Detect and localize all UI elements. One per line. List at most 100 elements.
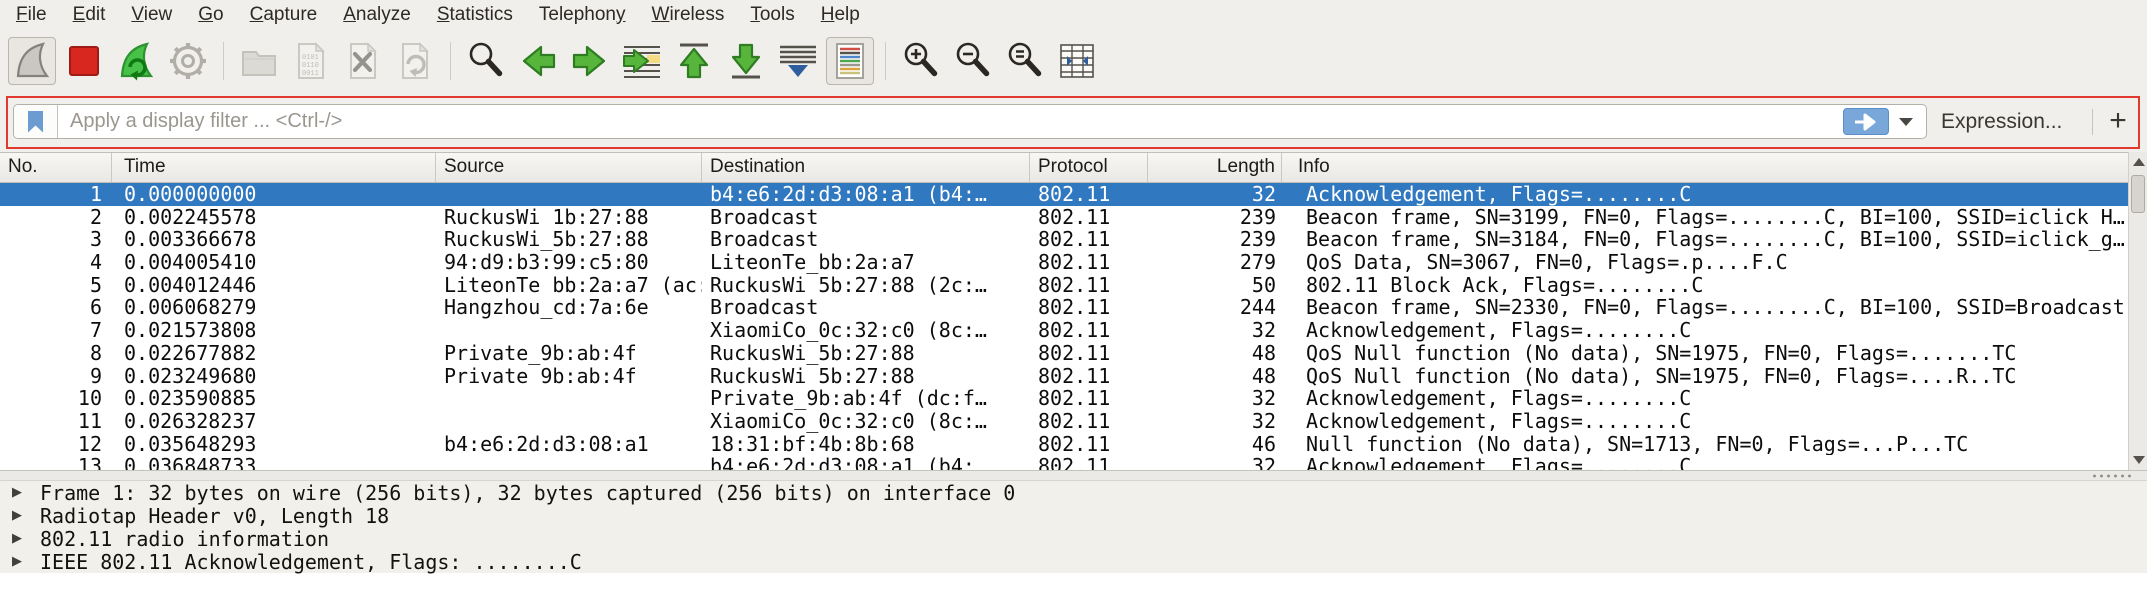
cell-time: 0.000000000 — [112, 183, 436, 206]
stop-capture-icon — [62, 39, 106, 83]
go-back-arrow-button[interactable] — [514, 37, 562, 85]
toolbar-separator — [223, 42, 224, 80]
menu-view[interactable]: View — [118, 0, 185, 30]
resize-columns-button[interactable] — [1053, 37, 1101, 85]
packet-list-scrollbar[interactable] — [2128, 152, 2147, 470]
cell-length: 50 — [1148, 274, 1282, 297]
reload-file-button[interactable] — [391, 37, 439, 85]
cell-time: 0.003366678 — [112, 228, 436, 251]
restart-capture-button[interactable] — [112, 37, 160, 85]
menu-telephony[interactable]: Telephony — [526, 0, 639, 30]
save-file-button[interactable]: 010101100011 — [287, 37, 335, 85]
packet-row[interactable]: 80.022677882Private_9b:ab:4fRuckusWi_5b:… — [0, 342, 2128, 365]
apply-filter-button[interactable] — [1843, 108, 1889, 135]
auto-scroll-button[interactable] — [774, 37, 822, 85]
detail-row[interactable]: ▶IEEE 802.11 Acknowledgement, Flags: ...… — [0, 550, 2147, 573]
splitter-grip-icon — [2091, 474, 2131, 478]
add-filter-button[interactable]: + — [2103, 100, 2133, 142]
column-header-source[interactable]: Source — [436, 153, 702, 182]
filter-bookmarks-button[interactable] — [14, 105, 58, 138]
cell-length: 239 — [1148, 228, 1282, 251]
menu-statistics[interactable]: Statistics — [424, 0, 526, 30]
packet-row[interactable]: 130.036848733b4:e6:2d:d3:08:a1 (b4:…802.… — [0, 455, 2128, 470]
cell-no: 10 — [0, 387, 112, 410]
packet-row[interactable]: 60.006068279Hangzhou_cd:7a:6eBroadcast80… — [0, 296, 2128, 319]
cell-info: Acknowledgement, Flags=........C — [1282, 410, 2128, 433]
stop-capture-button[interactable] — [60, 37, 108, 85]
pane-splitter[interactable] — [0, 470, 2147, 481]
filter-separator — [2092, 109, 2093, 135]
cell-info: QoS Null function (No data), SN=1975, FN… — [1282, 342, 2128, 365]
expand-arrow-icon: ▶ — [0, 554, 40, 569]
expression-button[interactable]: Expression... — [1941, 104, 2062, 139]
go-forward-arrow-button[interactable] — [566, 37, 614, 85]
svg-text:0011: 0011 — [302, 70, 319, 78]
zoom-in-magnifier-icon — [899, 39, 943, 83]
column-header-no[interactable]: No. — [0, 153, 112, 182]
menu-wireless[interactable]: Wireless — [639, 0, 738, 30]
cell-info: 802.11 Block Ack, Flags=........C — [1282, 274, 2128, 297]
menu-capture[interactable]: Capture — [237, 0, 331, 30]
scrollbar-thumb[interactable] — [2131, 175, 2145, 213]
packet-list-body: 10.000000000b4:e6:2d:d3:08:a1 (b4:…802.1… — [0, 183, 2128, 470]
capture-options-gear-button[interactable] — [164, 37, 212, 85]
cell-info: Beacon frame, SN=2330, FN=0, Flags=.....… — [1282, 296, 2128, 319]
cell-time: 0.022677882 — [112, 342, 436, 365]
display-filter-input[interactable] — [58, 110, 1843, 133]
cell-length: 32 — [1148, 183, 1282, 206]
packet-row[interactable]: 20.002245578RuckusWi_1b:27:88Broadcast80… — [0, 206, 2128, 229]
column-header-info[interactable]: Info — [1282, 153, 2128, 182]
scroll-up-button[interactable] — [2129, 152, 2147, 172]
go-first-packet-button[interactable] — [670, 37, 718, 85]
cell-no: 13 — [0, 455, 112, 470]
packet-row[interactable]: 50.004012446LiteonTe_bb:2a:a7 (ac:…Rucku… — [0, 274, 2128, 297]
cell-length: 48 — [1148, 365, 1282, 388]
detail-row[interactable]: ▶802.11 radio information — [0, 527, 2147, 550]
go-to-packet-button[interactable] — [618, 37, 666, 85]
cell-length: 46 — [1148, 433, 1282, 456]
column-header-protocol[interactable]: Protocol — [1030, 153, 1148, 182]
menu-go[interactable]: Go — [185, 0, 236, 30]
detail-row[interactable]: ▶Frame 1: 32 bytes on wire (256 bits), 3… — [0, 481, 2147, 504]
packet-row[interactable]: 90.023249680Private_9b:ab:4fRuckusWi_5b:… — [0, 365, 2128, 388]
expand-arrow-icon: ▶ — [0, 531, 40, 546]
cell-info: Acknowledgement, Flags=........C — [1282, 455, 2128, 470]
zoom-in-magnifier-button[interactable] — [897, 37, 945, 85]
shark-fin-start-capture-button[interactable] — [8, 37, 56, 85]
packet-row[interactable]: 100.023590885Private_9b:ab:4f (dc:f…802.… — [0, 387, 2128, 410]
cell-length: 32 — [1148, 387, 1282, 410]
packet-row[interactable]: 10.000000000b4:e6:2d:d3:08:a1 (b4:…802.1… — [0, 183, 2128, 206]
detail-row[interactable]: ▶Radiotap Header v0, Length 18 — [0, 504, 2147, 527]
zoom-out-magnifier-button[interactable] — [949, 37, 997, 85]
packet-row[interactable]: 70.021573808XiaomiCo_0c:32:c0 (8c:…802.1… — [0, 319, 2128, 342]
packet-row[interactable]: 30.003366678RuckusWi_5b:27:88Broadcast80… — [0, 228, 2128, 251]
menu-file[interactable]: File — [3, 0, 60, 30]
colorize-packets-button[interactable] — [826, 37, 874, 85]
zoom-original-magnifier-icon — [1003, 39, 1047, 83]
cell-protocol: 802.11 — [1030, 433, 1148, 456]
column-header-length[interactable]: Length — [1148, 153, 1282, 182]
find-packet-magnifier-button[interactable] — [462, 37, 510, 85]
zoom-original-magnifier-button[interactable] — [1001, 37, 1049, 85]
packet-row[interactable]: 120.035648293b4:e6:2d:d3:08:a118:31:bf:4… — [0, 433, 2128, 456]
cell-source — [436, 410, 702, 433]
menu-help[interactable]: Help — [808, 0, 873, 30]
go-last-packet-button[interactable] — [722, 37, 770, 85]
cell-no: 9 — [0, 365, 112, 388]
find-packet-magnifier-icon — [464, 39, 508, 83]
close-file-button[interactable] — [339, 37, 387, 85]
scroll-down-button[interactable] — [2129, 450, 2147, 470]
column-header-time[interactable]: Time — [112, 153, 436, 182]
cell-protocol: 802.11 — [1030, 387, 1148, 410]
triangle-down-icon — [2133, 456, 2145, 464]
menu-tools[interactable]: Tools — [737, 0, 807, 30]
packet-row[interactable]: 40.00400541094:d9:b3:99:c5:80LiteonTe_bb… — [0, 251, 2128, 274]
open-file-folder-button[interactable] — [235, 37, 283, 85]
menu-analyze[interactable]: Analyze — [330, 0, 424, 30]
filter-dropdown-caret-icon[interactable] — [1899, 118, 1913, 126]
packet-row[interactable]: 110.026328237XiaomiCo_0c:32:c0 (8c:…802.… — [0, 410, 2128, 433]
column-header-destination[interactable]: Destination — [702, 153, 1030, 182]
detail-text: 802.11 radio information — [40, 527, 329, 551]
menu-edit[interactable]: Edit — [60, 0, 119, 30]
cell-no: 2 — [0, 206, 112, 229]
